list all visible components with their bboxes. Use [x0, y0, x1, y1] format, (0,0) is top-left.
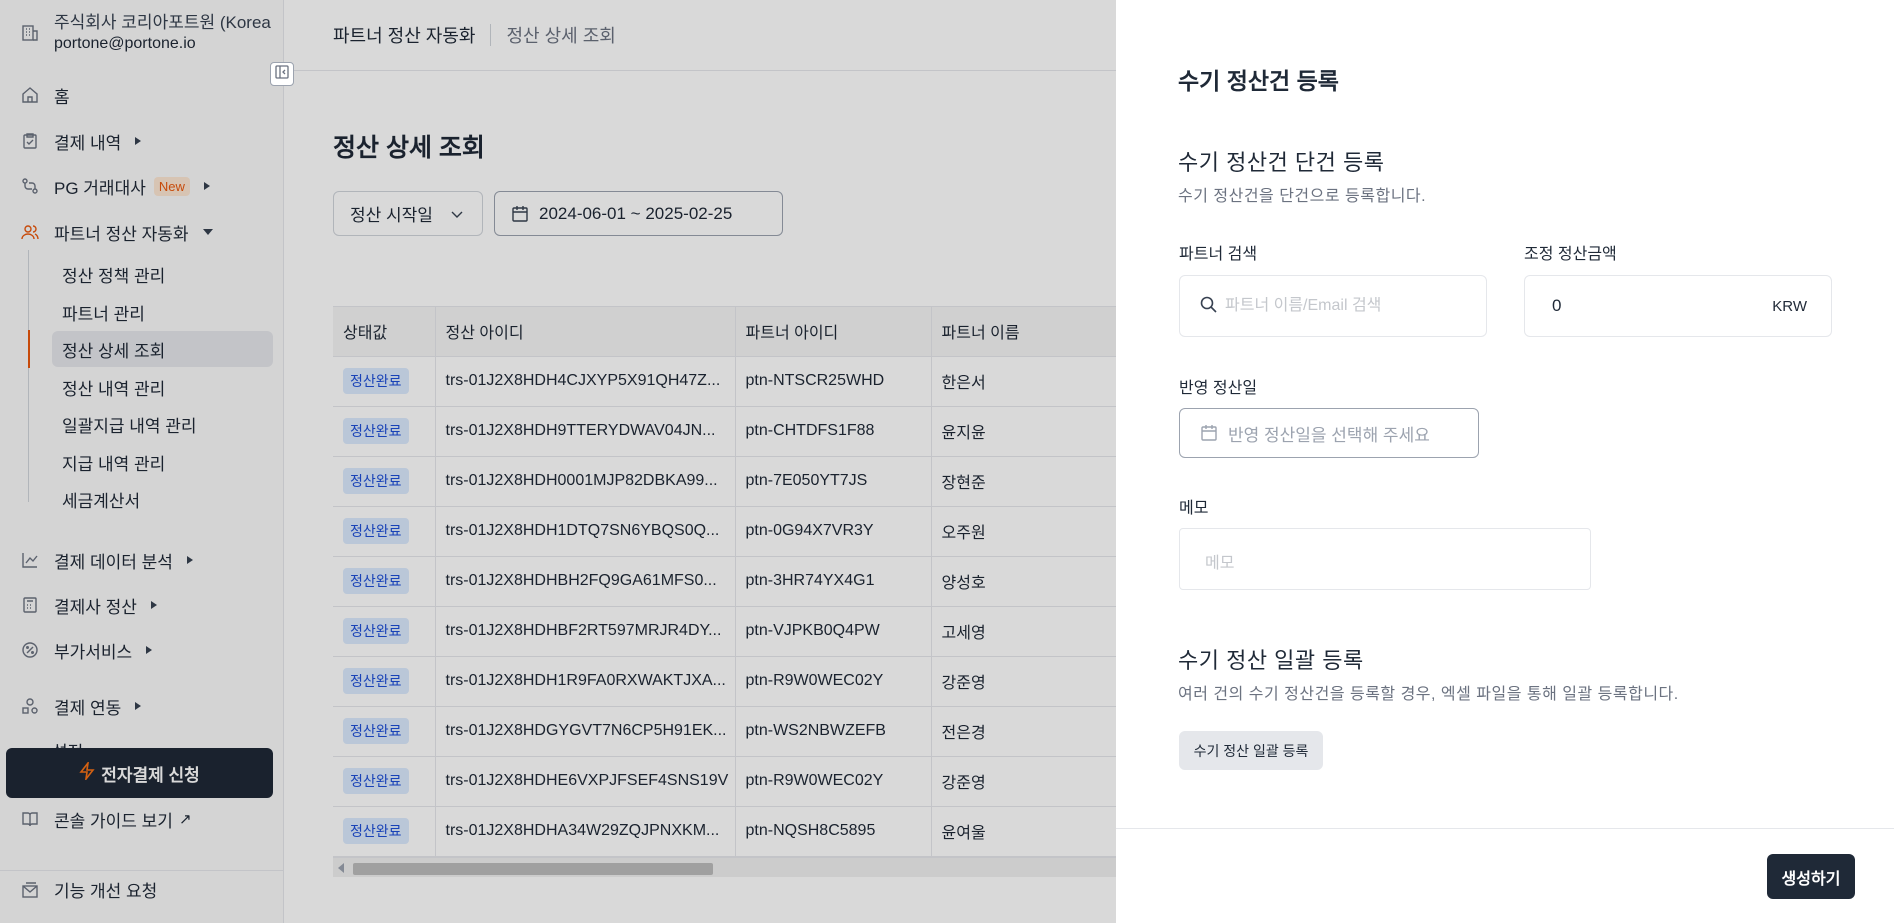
bulk-register-button[interactable]: 수기 정산 일괄 등록	[1179, 731, 1323, 770]
bulk-section-desc: 여러 건의 수기 정산건을 등록할 경우, 엑셀 파일을 통해 일괄 등록합니다…	[1178, 686, 1679, 703]
memo-field[interactable]	[1179, 528, 1591, 590]
single-section-title: 수기 정산건 단건 등록	[1178, 150, 1385, 175]
settlement-date-label: 반영 정산일	[1179, 380, 1258, 397]
bulk-section-title: 수기 정산 일괄 등록	[1178, 648, 1364, 673]
amount-field[interactable]: 0 KRW	[1524, 275, 1832, 337]
settlement-date-placeholder: 반영 정산일을 선택해 주세요	[1228, 425, 1430, 445]
single-section-desc: 수기 정산건을 단건으로 등록합니다.	[1178, 188, 1427, 205]
manual-settlement-drawer: 수기 정산건 등록 수기 정산건 단건 등록 수기 정산건을 단건으로 등록합니…	[1116, 0, 1894, 923]
calendar-icon	[1200, 424, 1218, 442]
memo-label: 메모	[1179, 500, 1209, 517]
amount-value: 0	[1552, 296, 1562, 315]
sidebar-collapse-icon	[275, 65, 289, 83]
settlement-date-picker[interactable]: 반영 정산일을 선택해 주세요	[1179, 408, 1479, 458]
create-button[interactable]: 생성하기	[1767, 854, 1855, 899]
memo-input[interactable]	[1205, 549, 1565, 573]
search-icon	[1200, 296, 1217, 317]
partner-search-label: 파트너 검색	[1179, 246, 1258, 263]
amount-label: 조정 정산금액	[1524, 246, 1617, 263]
partner-search-input[interactable]	[1225, 297, 1465, 315]
drawer-footer-divider	[1116, 828, 1894, 829]
amount-currency: KRW	[1772, 297, 1807, 315]
partner-search-field[interactable]	[1179, 275, 1487, 337]
drawer-title: 수기 정산건 등록	[1178, 68, 1339, 94]
sidebar-collapse-button[interactable]	[270, 62, 294, 86]
modal-backdrop[interactable]	[0, 0, 1116, 923]
